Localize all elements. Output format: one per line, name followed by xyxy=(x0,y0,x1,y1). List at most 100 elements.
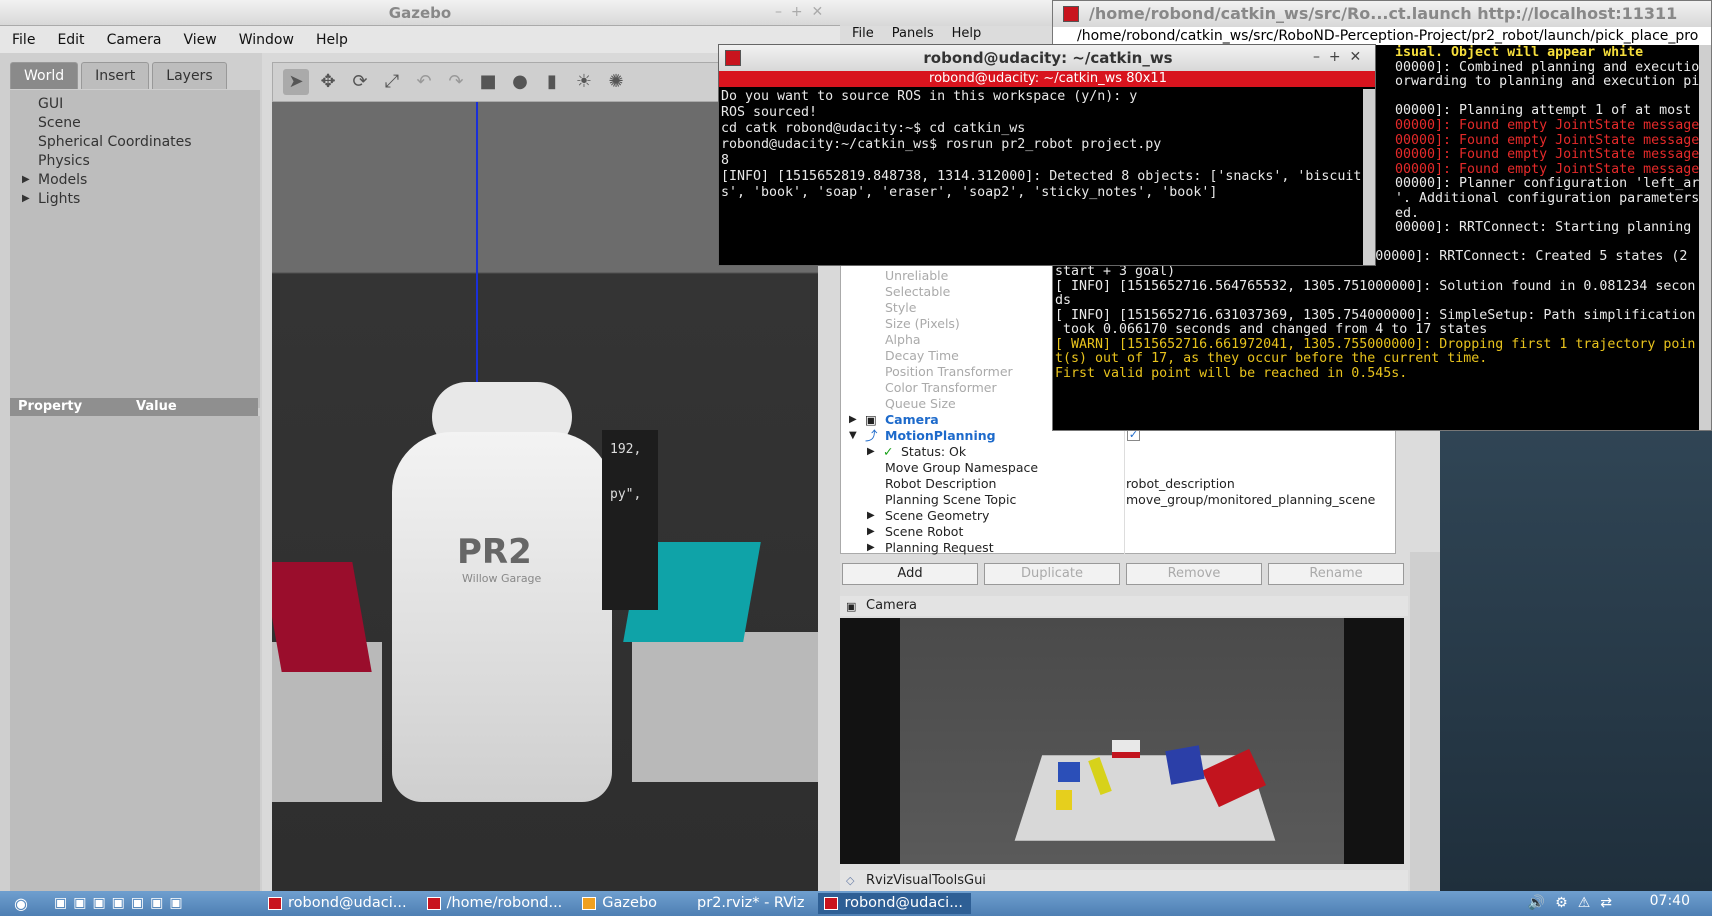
launch-terminal-titlebar: /home/robond/catkin_ws/src/Ro...ct.launc… xyxy=(1053,1,1711,27)
expand-arrow-icon[interactable]: ▶ xyxy=(22,174,30,185)
property-header: Property Value xyxy=(10,398,258,416)
task-label: Gazebo xyxy=(602,895,658,911)
expand-arrow-icon[interactable]: ▶ xyxy=(849,412,857,428)
taskbar-item-gazebo[interactable]: Gazebo xyxy=(576,893,665,914)
taskbar: ◉ ▣▣▣▣▣▣▣ robond@udaci... /home/robond..… xyxy=(0,891,1712,916)
rviz-menu-file[interactable]: File xyxy=(852,26,874,46)
taskbar-item-rviz[interactable]: pr2.rviz* - RViz xyxy=(671,893,812,914)
menu-camera[interactable]: Camera xyxy=(107,32,162,48)
translate-icon[interactable]: ✥ xyxy=(315,69,341,95)
display-row[interactable]: Unreliable xyxy=(885,268,948,284)
tree-item-gui[interactable]: GUI xyxy=(38,96,260,115)
expand-arrow-icon[interactable]: ▶ xyxy=(22,193,30,204)
display-row[interactable]: Scene Geometry xyxy=(885,508,989,524)
table-right xyxy=(632,632,818,782)
duplicate-button[interactable]: Duplicate xyxy=(984,563,1120,585)
menu-file[interactable]: File xyxy=(12,32,35,48)
remove-button[interactable]: Remove xyxy=(1126,563,1262,585)
display-row[interactable]: Queue Size xyxy=(885,396,956,412)
camera-view[interactable] xyxy=(840,618,1404,864)
expand-arrow-icon[interactable]: ▶ xyxy=(867,540,875,556)
spot-light-icon[interactable]: ✺ xyxy=(603,69,629,95)
scale-icon[interactable]: ⤢ xyxy=(379,69,405,95)
display-row[interactable]: Style xyxy=(885,300,916,316)
display-row[interactable]: Planning Request xyxy=(885,540,994,556)
rotate-icon[interactable]: ⟳ xyxy=(347,69,373,95)
menu-help[interactable]: Help xyxy=(316,32,348,48)
tree-item-models[interactable]: ▶ Models xyxy=(22,172,260,191)
terminal-line: [ WARN] [1515652716.661972041, 1305.7550… xyxy=(1055,336,1696,352)
camera-panel-header: Camera xyxy=(840,596,1408,616)
gazebo-window-controls[interactable]: – + ✕ xyxy=(775,4,823,20)
tree-item-scene[interactable]: Scene xyxy=(38,115,260,134)
tree-item-lights[interactable]: ▶ Lights xyxy=(22,191,260,210)
cylinder-shape-icon[interactable]: ▮ xyxy=(539,69,565,95)
rename-button[interactable]: Rename xyxy=(1268,563,1404,585)
quick-launch-icons[interactable]: ▣▣▣▣▣▣▣ xyxy=(42,893,262,914)
front-terminal-titlebar: robond@udacity: ~/catkin_ws xyxy=(719,45,1375,71)
start-menu-icon[interactable]: ◉ xyxy=(0,891,42,916)
terminal-line: t(s) out of 17, as they occur before the… xyxy=(1055,351,1488,367)
front-terminal-output: Do you want to source ROS in this worksp… xyxy=(721,89,1362,200)
display-row[interactable]: Robot Description xyxy=(885,476,996,492)
display-row[interactable]: Position Transformer xyxy=(885,364,1013,380)
menu-window[interactable]: Window xyxy=(239,32,294,48)
robot-sublabel: Willow Garage xyxy=(462,572,542,585)
display-row[interactable]: Decay Time xyxy=(885,348,959,364)
expand-arrow-icon[interactable]: ▶ xyxy=(867,508,875,524)
rviz-menu-panels[interactable]: Panels xyxy=(892,26,934,46)
terminal-app-icon xyxy=(1063,6,1079,22)
launch-scrollbar[interactable] xyxy=(1699,45,1711,430)
tools-panel-icon: ◇ xyxy=(846,874,855,887)
object-biscuits xyxy=(1165,745,1205,785)
display-row[interactable]: Planning Scene Topic xyxy=(885,492,1016,508)
taskbar-item-terminal-1[interactable]: robond@udaci... xyxy=(262,893,415,914)
undo-icon[interactable]: ↶ xyxy=(411,69,437,95)
sphere-shape-icon[interactable]: ● xyxy=(507,69,533,95)
gazebo-titlebar: Gazebo xyxy=(0,0,840,26)
expand-arrow-icon[interactable]: ▶ xyxy=(867,444,875,460)
launch-terminal-tab[interactable]: /home/robond/catkin_ws/src/RoboND-Percep… xyxy=(1053,27,1711,45)
rviz-menu-help[interactable]: Help xyxy=(952,26,982,46)
object-soap xyxy=(1058,762,1080,782)
display-row[interactable]: Alpha xyxy=(885,332,921,348)
task-label: pr2.rviz* - RViz xyxy=(697,895,805,911)
tab-insert[interactable]: Insert xyxy=(81,62,150,89)
redo-icon[interactable]: ↷ xyxy=(443,69,469,95)
tree-item-physics[interactable]: Physics xyxy=(38,153,260,172)
tree-item-spherical[interactable]: Spherical Coordinates xyxy=(38,134,260,153)
expand-arrow-icon[interactable]: ▶ xyxy=(867,524,875,540)
add-button[interactable]: Add xyxy=(842,563,978,585)
collapse-arrow-icon[interactable]: ▼ xyxy=(849,428,857,444)
display-camera[interactable]: Camera xyxy=(885,412,939,428)
display-row[interactable]: Color Transformer xyxy=(885,380,997,396)
menu-view[interactable]: View xyxy=(184,32,217,48)
tab-layers[interactable]: Layers xyxy=(152,62,227,89)
front-terminal-scrollbar[interactable] xyxy=(1363,89,1375,265)
point-light-icon[interactable]: ☀ xyxy=(571,69,597,95)
robot-description-value[interactable]: robot_description xyxy=(1126,476,1235,492)
display-row[interactable]: Size (Pixels) xyxy=(885,316,960,332)
system-tray[interactable]: 🔊⚙⚠⇄ xyxy=(1528,895,1622,911)
select-arrow-icon[interactable]: ➤ xyxy=(283,69,309,95)
task-label: robond@udaci... xyxy=(288,895,407,911)
menu-edit[interactable]: Edit xyxy=(57,32,84,48)
planning-scene-topic-value[interactable]: move_group/monitored_planning_scene xyxy=(1126,492,1375,508)
display-row[interactable]: Selectable xyxy=(885,284,950,300)
object-sticky-notes xyxy=(1056,790,1072,810)
world-tree: GUI Scene Spherical Coordinates Physics … xyxy=(10,90,260,408)
rviz-splitter[interactable] xyxy=(1410,552,1440,891)
taskbar-item-terminal-2[interactable]: robond@udaci... xyxy=(818,893,972,914)
property-column: Property xyxy=(18,399,83,414)
z-axis-line xyxy=(476,102,478,422)
box-shape-icon[interactable]: ■ xyxy=(475,69,501,95)
camera-display-icon: ▣ xyxy=(865,412,877,427)
display-row[interactable]: Move Group Namespace xyxy=(885,460,1038,476)
front-terminal-tab[interactable]: robond@udacity: ~/catkin_ws 80x11 xyxy=(719,71,1375,87)
object-eraser xyxy=(1112,740,1140,758)
tab-world[interactable]: World xyxy=(10,62,79,89)
taskbar-item-launch-terminal[interactable]: /home/robond... xyxy=(421,893,571,914)
display-motionplanning[interactable]: MotionPlanning xyxy=(885,428,996,444)
front-terminal-window-controls[interactable]: – + ✕ xyxy=(1313,49,1361,65)
display-row[interactable]: Scene Robot xyxy=(885,524,963,540)
